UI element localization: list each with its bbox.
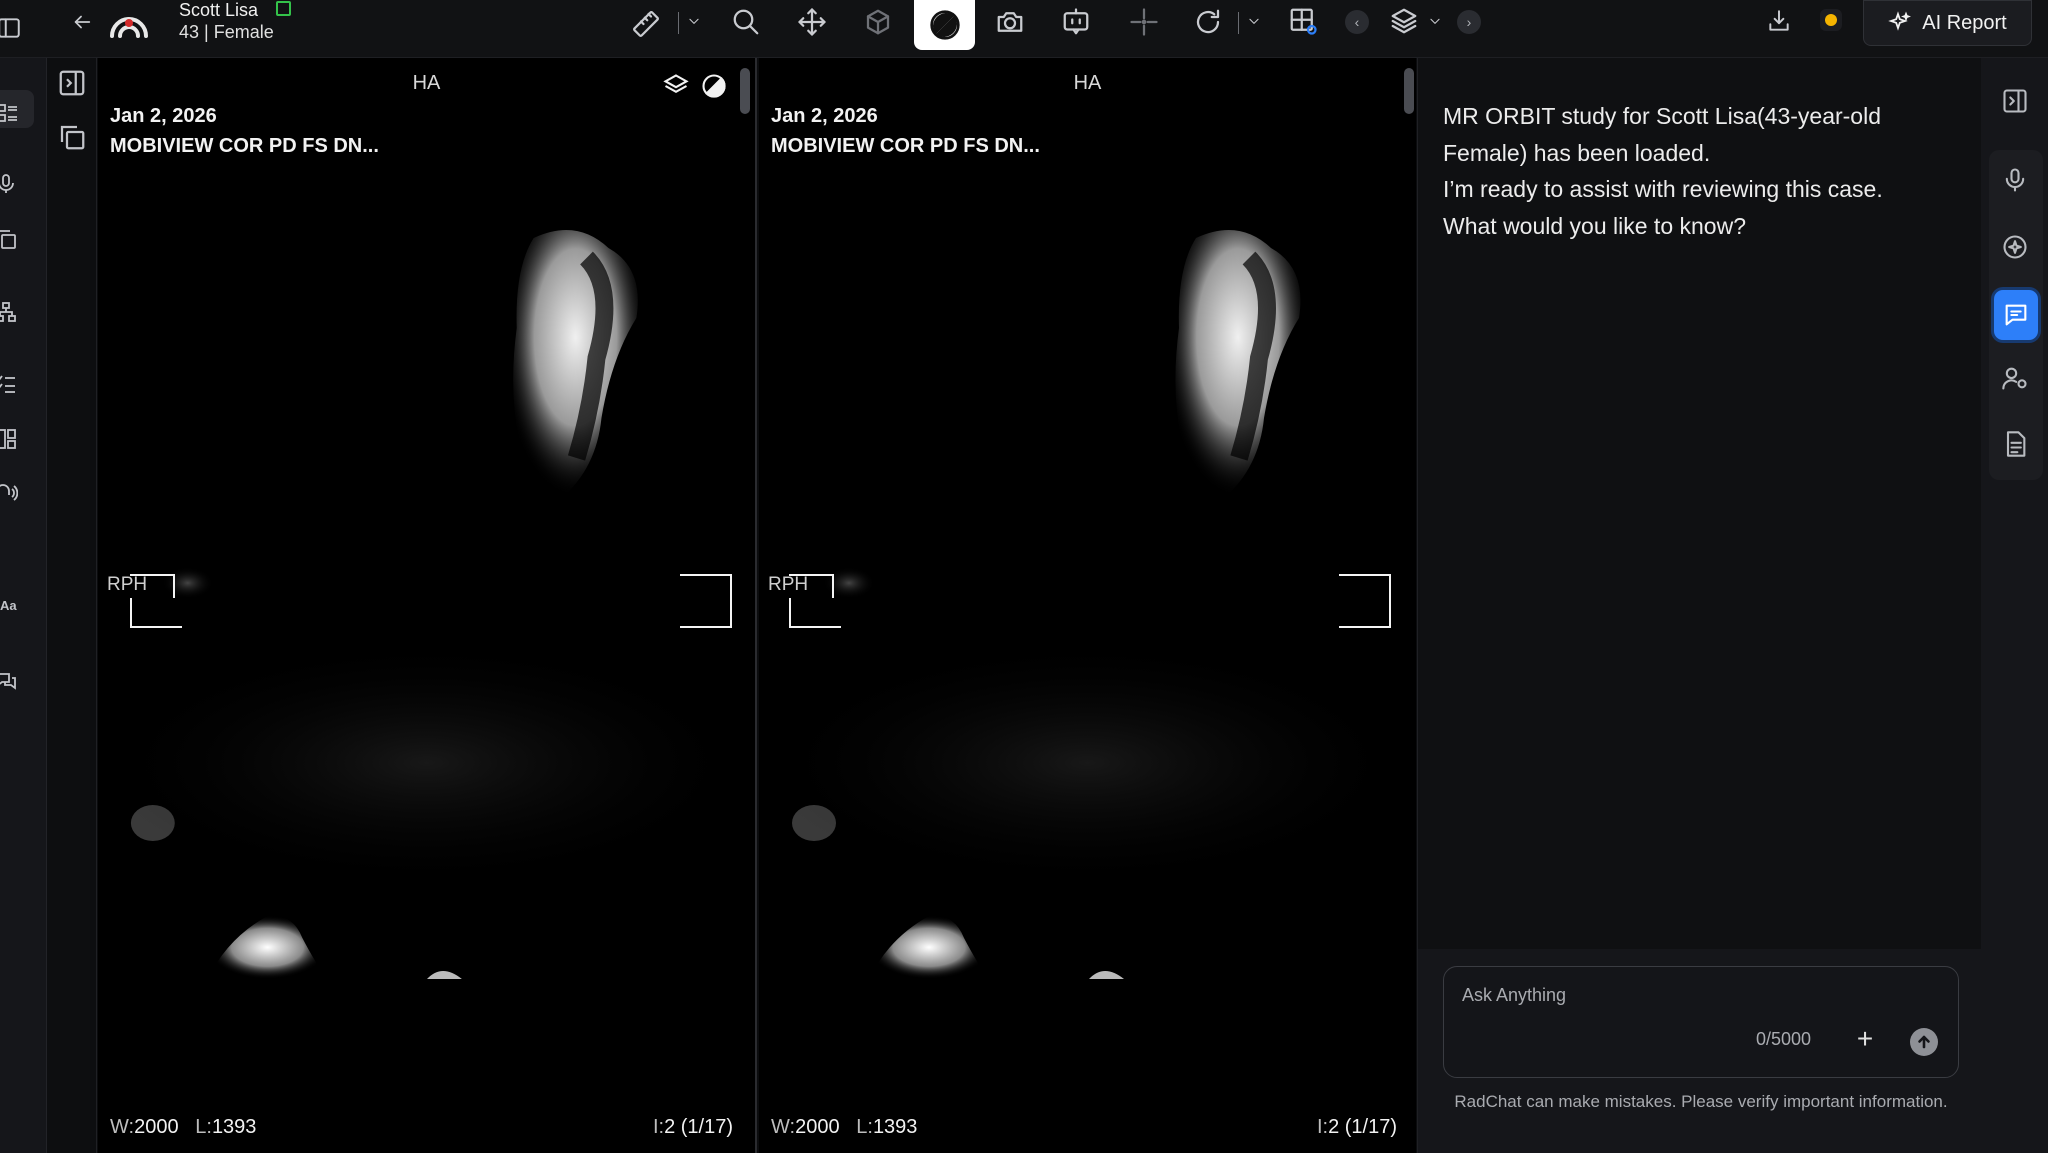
study-date: Jan 2, 2026 <box>110 105 217 127</box>
message-line: I’m ready to assist with reviewing this … <box>1443 176 1883 202</box>
assistant-message: MR ORBIT study for Scott Lisa(43-year-ol… <box>1443 98 1963 244</box>
patient-name: Scott Lisa <box>179 0 259 20</box>
disclaimer-text: RadChat can make mistakes. Please verify… <box>1454 1092 1948 1111</box>
connection-status-indicator <box>1820 9 1842 31</box>
chevron-left-icon[interactable]: ‹ <box>1345 10 1369 34</box>
window-value: 2000 <box>795 1116 840 1138</box>
level-value: 1393 <box>872 1116 918 1138</box>
layers-icon[interactable] <box>1386 3 1422 39</box>
toolbar-separator <box>678 12 679 34</box>
viewer-tool-strip <box>47 58 97 1153</box>
mri-image <box>98 230 755 979</box>
series-scrollbar[interactable] <box>740 68 750 114</box>
ai-assistant-icon[interactable] <box>1058 4 1094 40</box>
hierarchy-icon[interactable] <box>0 300 22 324</box>
download-icon[interactable] <box>1764 6 1794 36</box>
left-sidebar: Aa <box>0 58 47 1153</box>
toolbar-separator <box>1238 12 1239 34</box>
patient-age-sex: 43 | Female <box>179 22 274 42</box>
chevron-right-icon[interactable]: › <box>1457 10 1481 34</box>
orientation-top: HA <box>1073 72 1102 94</box>
chevron-down-icon[interactable] <box>1428 14 1442 28</box>
sparkle-icon <box>1888 11 1912 31</box>
radchat-panel: MR ORBIT study for Scott Lisa(43-year-ol… <box>1417 58 1982 1153</box>
voice-icon[interactable] <box>0 481 22 505</box>
layout-grid-icon[interactable] <box>1284 2 1322 40</box>
send-button[interactable] <box>1910 1028 1938 1056</box>
contrast-icon[interactable] <box>700 72 728 100</box>
patient-status-indicator <box>276 1 291 16</box>
series-description: MOBIVIEW COR PD FS DN... <box>110 135 379 157</box>
document-icon[interactable] <box>2000 429 2030 459</box>
level-value: 1393 <box>211 1116 257 1138</box>
crop-bracket-bottom-right <box>1339 574 1391 628</box>
rotate-3d-icon[interactable] <box>860 4 896 40</box>
window-level-readout: W:2000 L:1393 <box>110 1116 257 1138</box>
message-line: What would you like to know? <box>1443 212 1746 239</box>
crop-bracket-bottom-left <box>789 598 841 628</box>
window-value: 2000 <box>134 1116 179 1138</box>
chat-input[interactable] <box>1462 985 1922 1006</box>
orientation-top: HA <box>412 72 441 94</box>
camera-icon[interactable] <box>992 4 1028 40</box>
image-viewport-1[interactable]: HA RPH Jan 2, 2026 MOBIVIEW COR PD FS DN… <box>98 58 757 1153</box>
chat-bubbles-icon[interactable] <box>0 670 22 694</box>
ai-report-button[interactable]: AI Report <box>1863 0 2032 46</box>
image-viewport-2[interactable]: HA RPH Jan 2, 2026 MOBIVIEW COR PD FS DN… <box>759 58 1416 1153</box>
checklist-icon[interactable] <box>0 372 22 396</box>
message-line: MR ORBIT study for Scott Lisa(43-year-ol… <box>1443 103 1888 166</box>
copy-icon[interactable] <box>0 227 22 251</box>
duplicate-icon[interactable] <box>57 122 87 152</box>
ai-insights-icon[interactable] <box>2000 232 2030 262</box>
arrow-up-icon <box>1918 1035 1930 1049</box>
zoom-icon[interactable] <box>728 4 764 40</box>
collapse-panel-icon[interactable] <box>2000 86 2030 116</box>
reset-icon[interactable] <box>1190 4 1226 40</box>
study-date: Jan 2, 2026 <box>771 105 878 127</box>
mri-image <box>759 230 1416 979</box>
layout-panels-icon[interactable] <box>0 427 22 451</box>
add-attachment-button[interactable]: + <box>1849 1023 1881 1055</box>
font-settings-icon[interactable]: Aa <box>0 598 17 613</box>
pan-icon[interactable] <box>794 4 830 40</box>
microphone-icon[interactable] <box>0 172 22 196</box>
chevron-down-icon[interactable] <box>687 14 701 28</box>
ruler-icon[interactable] <box>628 6 664 42</box>
series-list-icon[interactable] <box>0 90 34 128</box>
back-arrow-icon[interactable] <box>68 8 96 36</box>
chat-icon[interactable] <box>1994 290 2038 340</box>
orientation-left: RPH <box>768 574 809 595</box>
image-index-value: 2 (1/17) <box>664 1116 733 1138</box>
top-toolbar: Scott Lisa 43 | Female ‹ › AI Report <box>0 0 2048 58</box>
image-index-readout: I:2 (1/17) <box>1316 1116 1397 1138</box>
crop-bracket-bottom-left <box>130 598 182 628</box>
series-scrollbar[interactable] <box>1404 68 1414 114</box>
orientation-left: RPH <box>107 574 148 595</box>
crop-bracket-bottom-right <box>680 574 732 628</box>
window-level-tool-button[interactable] <box>914 0 975 50</box>
app-logo <box>106 0 152 40</box>
series-description: MOBIVIEW COR PD FS DN... <box>771 135 1040 157</box>
contrast-icon <box>929 10 960 40</box>
image-index-value: 2 (1/17) <box>1328 1116 1397 1138</box>
image-index-readout: I:2 (1/17) <box>652 1116 733 1138</box>
sidebar-toggle-icon[interactable] <box>0 12 22 44</box>
microphone-icon[interactable] <box>2000 165 2030 195</box>
chat-input-box[interactable]: 0/5000 + <box>1443 966 1959 1078</box>
character-count: 0/5000 <box>1756 1029 1812 1049</box>
window-level-readout: W:2000 L:1393 <box>771 1116 918 1138</box>
ai-report-label: AI Report <box>1922 11 2007 34</box>
chevron-down-icon[interactable] <box>1247 14 1261 28</box>
crosshair-icon[interactable] <box>1126 4 1162 40</box>
right-sidebar <box>1981 58 2048 1153</box>
user-settings-icon[interactable] <box>2000 363 2030 393</box>
expand-panel-icon[interactable] <box>57 68 87 98</box>
layers-icon[interactable] <box>662 72 690 100</box>
